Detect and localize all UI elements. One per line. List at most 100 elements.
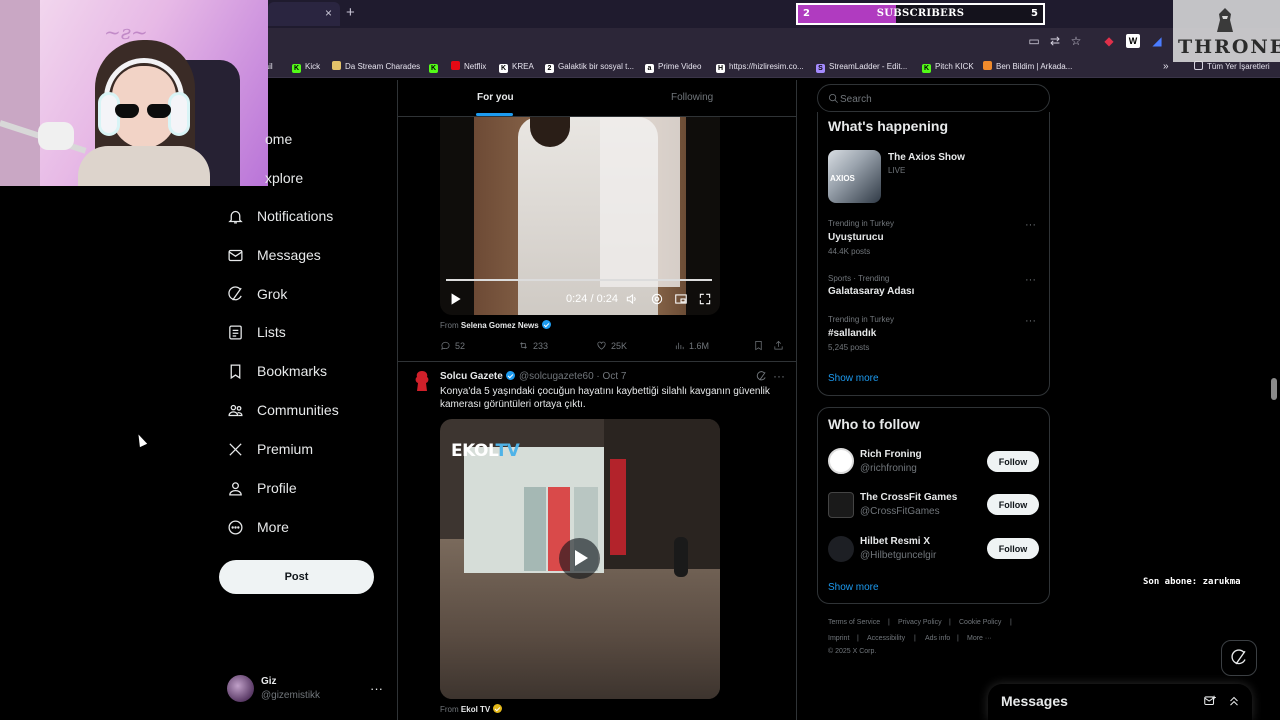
- bookmark-item[interactable]: Ben Bildim | Arkada...: [983, 61, 1072, 73]
- fullscreen-icon[interactable]: [698, 292, 712, 306]
- video-source-2[interactable]: From Ekol TV: [440, 704, 503, 714]
- post-video[interactable]: [440, 117, 720, 315]
- account-name[interactable]: Giz: [261, 676, 277, 687]
- extension-blue-icon[interactable]: ◢: [1150, 34, 1164, 48]
- nav-grok[interactable]: Grok: [226, 282, 287, 306]
- accessibility-link[interactable]: Accessibility: [867, 635, 905, 642]
- bookmarks-overflow-icon[interactable]: »: [1163, 61, 1169, 73]
- expand-up-icon[interactable]: [1227, 694, 1241, 708]
- share-button[interactable]: [773, 340, 788, 351]
- source-name[interactable]: Ekol TV: [461, 705, 490, 714]
- new-message-icon[interactable]: [1203, 694, 1217, 708]
- search-input[interactable]: [840, 89, 1040, 109]
- bookmark-item[interactable]: a Prime Video: [645, 61, 701, 73]
- search-box[interactable]: [817, 84, 1050, 112]
- rich-froning-avatar[interactable]: [828, 448, 854, 474]
- show-more-trends[interactable]: Show more: [828, 373, 879, 384]
- post-date[interactable]: Oct 7: [603, 371, 627, 382]
- messages-drawer-title[interactable]: Messages: [1001, 693, 1068, 709]
- trend-name[interactable]: Galatasaray Adası: [828, 286, 914, 297]
- bookmark-item[interactable]: S StreamLadder - Edit...: [816, 61, 907, 73]
- tab-for-you[interactable]: For you: [477, 92, 514, 103]
- nav-explore[interactable]: xplore: [265, 170, 303, 186]
- imprint-link[interactable]: Imprint: [828, 635, 849, 642]
- grok-floating-button[interactable]: [1221, 640, 1257, 676]
- follow-button[interactable]: Follow: [987, 538, 1039, 559]
- trend-more-icon[interactable]: ···: [1025, 219, 1036, 231]
- hilbet-avatar[interactable]: [828, 536, 854, 562]
- nav-more[interactable]: More: [226, 515, 289, 539]
- suggestion-handle[interactable]: @CrossFitGames: [860, 506, 940, 517]
- account-handle[interactable]: @gizemistikk: [261, 690, 320, 701]
- translate-icon[interactable]: ⇄: [1048, 34, 1062, 48]
- bookmark-item[interactable]: Hhttps://hizliresim.co...: [716, 61, 804, 73]
- video-progress-bar[interactable]: [446, 279, 712, 281]
- nav-bookmarks[interactable]: Bookmarks: [226, 359, 327, 383]
- volume-icon[interactable]: [625, 292, 639, 306]
- nav-premium[interactable]: Premium: [226, 437, 313, 461]
- bookmark-item[interactable]: 2 Galaktik bir sosyal t...: [545, 61, 634, 73]
- follow-button[interactable]: Follow: [987, 494, 1039, 515]
- trend-more-icon[interactable]: ···: [1025, 315, 1036, 327]
- bookmark-button[interactable]: [753, 340, 768, 351]
- play-video-button[interactable]: [559, 538, 600, 579]
- extension-red-icon[interactable]: ◆: [1102, 34, 1116, 48]
- bookmark-item[interactable]: K Pitch KICK: [922, 61, 974, 73]
- nav-profile[interactable]: Profile: [226, 476, 297, 500]
- repost-button[interactable]: 233: [518, 340, 548, 351]
- suggestion-name[interactable]: Hilbet Resmi X: [860, 536, 930, 547]
- all-bookmarks[interactable]: Tüm Yer İşaretleri: [1194, 61, 1270, 73]
- terms-link[interactable]: Terms of Service: [828, 619, 880, 626]
- trend-name[interactable]: Uyuşturucu: [828, 232, 884, 243]
- more-link[interactable]: More ···: [967, 635, 992, 642]
- suggestion-handle[interactable]: @Hilbetguncelgir: [860, 550, 936, 561]
- nav-home[interactable]: ome: [265, 131, 292, 147]
- show-more-suggestions[interactable]: Show more: [828, 582, 879, 593]
- settings-icon[interactable]: [650, 292, 664, 306]
- trend-name[interactable]: #sallandık: [828, 328, 876, 339]
- address-bar[interactable]: [268, 32, 1080, 52]
- post-author-meta[interactable]: @solcugazete60 · Oct 7: [519, 371, 626, 382]
- bookmark-item[interactable]: K Kick: [292, 61, 320, 73]
- post-button[interactable]: Post: [219, 560, 374, 594]
- cookie-link[interactable]: Cookie Policy: [959, 619, 1001, 626]
- nav-lists[interactable]: Lists: [226, 320, 286, 344]
- new-tab-icon[interactable]: +: [346, 4, 355, 21]
- suggestion-name[interactable]: Rich Froning: [860, 449, 922, 460]
- bookmark-item[interactable]: Netflix: [451, 61, 486, 73]
- suggestion-name[interactable]: The CrossFit Games: [860, 492, 957, 503]
- account-more-icon[interactable]: ···: [370, 681, 383, 696]
- privacy-link[interactable]: Privacy Policy: [898, 619, 942, 626]
- video-source[interactable]: From Selena Gomez News: [440, 320, 551, 330]
- live-item-name[interactable]: The Axios Show: [888, 152, 965, 163]
- nav-communities[interactable]: Communities: [226, 398, 339, 422]
- post-more-icon[interactable]: ···: [773, 369, 785, 383]
- tab-following[interactable]: Following: [671, 92, 713, 103]
- solcu-gazete-avatar[interactable]: [412, 369, 432, 393]
- bookmark-item[interactable]: K: [429, 61, 442, 73]
- trend-more-icon[interactable]: ···: [1025, 274, 1036, 286]
- suggestion-handle[interactable]: @richfroning: [860, 463, 917, 474]
- extension-w-icon[interactable]: W: [1126, 34, 1140, 48]
- grok-explain-icon[interactable]: [756, 371, 767, 382]
- like-button[interactable]: 25K: [596, 340, 627, 351]
- tab-close-icon[interactable]: ×: [325, 6, 332, 20]
- views-button[interactable]: 1.6M: [674, 340, 709, 351]
- account-avatar[interactable]: [227, 675, 254, 702]
- post-author-name[interactable]: Solcu Gazete: [440, 371, 515, 382]
- source-name[interactable]: Selena Gomez News: [461, 321, 539, 330]
- crossfit-games-avatar[interactable]: [828, 492, 854, 518]
- play-icon[interactable]: [448, 292, 462, 306]
- live-thumbnail[interactable]: AXIOS: [828, 150, 881, 203]
- page-scrollbar[interactable]: [1271, 378, 1277, 400]
- nav-notifications[interactable]: Notifications: [226, 204, 333, 228]
- cast-icon[interactable]: ▭: [1027, 34, 1041, 48]
- star-icon[interactable]: ☆: [1069, 34, 1083, 48]
- follow-button[interactable]: Follow: [987, 451, 1039, 472]
- nav-messages[interactable]: Messages: [226, 243, 321, 267]
- bookmark-item[interactable]: K KREA: [499, 61, 534, 73]
- ads-info-link[interactable]: Ads info: [925, 635, 950, 642]
- pip-icon[interactable]: [674, 292, 688, 306]
- reply-button[interactable]: 52: [440, 340, 465, 351]
- bookmark-item[interactable]: Da Stream Charades: [332, 61, 420, 73]
